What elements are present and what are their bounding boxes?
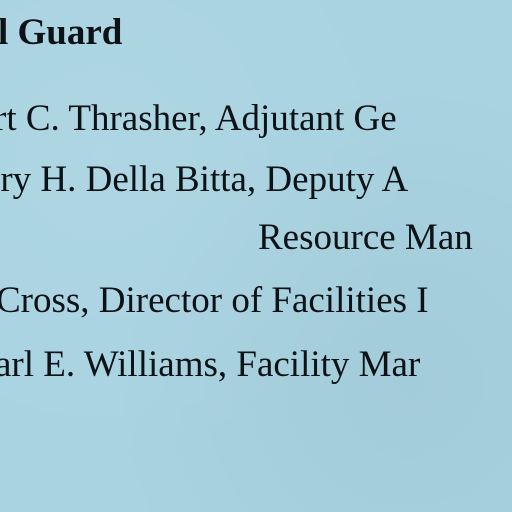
personnel-line: Cross, Director of Facilities I <box>0 280 429 321</box>
personnel-line: arl E. Williams, Facility Mar <box>0 344 421 385</box>
document-page: l Guard rt C. Thrasher, Adjutant Ge rry … <box>0 0 512 512</box>
personnel-line: rt C. Thrasher, Adjutant Ge <box>0 98 397 139</box>
personnel-line-continuation: Resource Man <box>258 217 473 258</box>
section-heading: l Guard <box>0 12 123 53</box>
personnel-line: rry H. Della Bitta, Deputy A <box>0 159 409 200</box>
